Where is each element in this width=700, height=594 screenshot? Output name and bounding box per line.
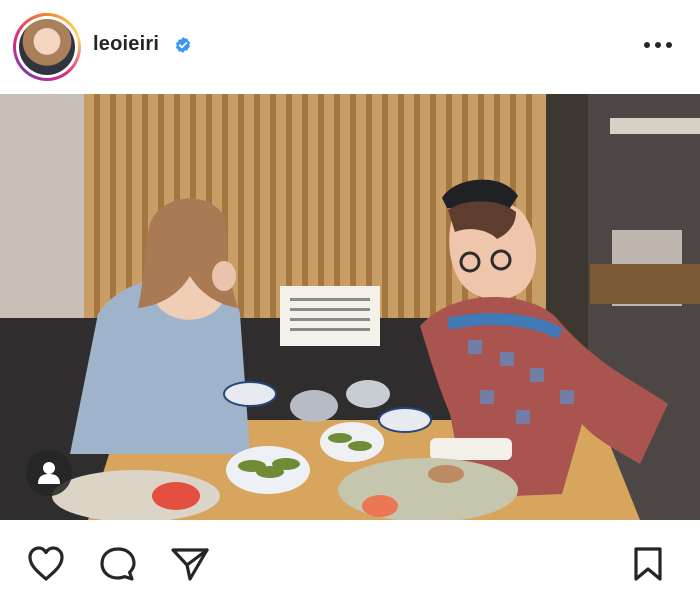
- user-tag-icon: [38, 462, 60, 484]
- avatar[interactable]: [13, 13, 81, 81]
- username[interactable]: leoieiri: [93, 33, 159, 56]
- avatar-photo: [19, 19, 75, 75]
- post-photo[interactable]: [0, 94, 700, 520]
- user-tag-button[interactable]: [26, 450, 72, 496]
- restaurant-photo: [0, 94, 700, 520]
- more-options-icon[interactable]: [642, 40, 674, 50]
- post-actions: [0, 520, 700, 594]
- avatar-border: [16, 16, 78, 78]
- bookmark-icon[interactable]: [626, 544, 670, 584]
- comment-icon[interactable]: [96, 544, 140, 584]
- verified-badge-icon: [175, 37, 191, 53]
- post-header: leoieiri: [0, 0, 700, 94]
- heart-icon[interactable]: [24, 544, 68, 584]
- send-icon[interactable]: [168, 544, 212, 584]
